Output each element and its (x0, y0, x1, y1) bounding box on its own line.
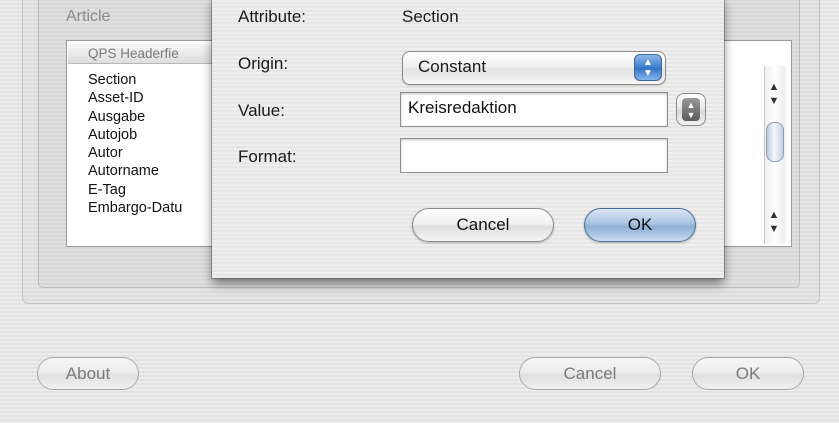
scroll-down-arrow-icon[interactable]: ▼ (764, 94, 784, 108)
value-field-text[interactable]: Kreisredaktion (408, 98, 517, 118)
popup-down-arrow-icon: ▼ (643, 68, 653, 79)
origin-popup-value[interactable]: Constant (418, 57, 486, 77)
background-ok-button[interactable]: OK (692, 357, 804, 390)
popup-up-arrow-icon: ▲ (643, 57, 653, 68)
format-label: Format: (238, 147, 297, 166)
list-item[interactable]: Autojob (88, 126, 182, 144)
value-popup-stepper[interactable]: ▲ ▼ (676, 93, 706, 126)
list-item[interactable]: Autor (88, 144, 182, 162)
attribute-label: Attribute: (238, 7, 307, 26)
list-item[interactable]: Autorname (88, 162, 182, 180)
list-item[interactable]: Section (88, 71, 182, 89)
scroll-up-arrow-icon[interactable]: ▲ (764, 80, 784, 94)
list-item[interactable]: E-Tag (88, 181, 182, 199)
dialog-cancel-button[interactable]: Cancel (412, 208, 554, 242)
attribute-value: Section (402, 7, 459, 26)
list-items: Section Asset-ID Ausgabe Autojob Autor A… (88, 71, 182, 217)
value-label: Value: (238, 101, 285, 120)
list-item[interactable]: Asset-ID (88, 89, 182, 107)
scroll-up-arrow-icon[interactable]: ▲ (764, 208, 784, 222)
stepper-down-arrow-icon: ▼ (686, 110, 696, 120)
background-cancel-button[interactable]: Cancel (519, 357, 661, 390)
article-group-label: Article (66, 8, 111, 25)
stepper-arrows-icon: ▲ ▼ (682, 98, 700, 121)
about-button[interactable]: About (37, 357, 139, 390)
list-item[interactable]: Embargo-Datu (88, 199, 182, 217)
dialog-ok-button[interactable]: OK (584, 208, 696, 242)
origin-label: Origin: (238, 54, 289, 73)
format-field[interactable] (400, 138, 668, 173)
list-column-header[interactable]: QPS Headerfie (68, 44, 218, 64)
list-item[interactable]: Ausgabe (88, 108, 182, 126)
stepper-up-arrow-icon: ▲ (686, 100, 696, 110)
scrollbar-thumb[interactable] (766, 122, 784, 162)
popup-arrows-icon[interactable]: ▲ ▼ (634, 54, 662, 81)
scroll-down-arrow-icon[interactable]: ▼ (764, 222, 784, 236)
